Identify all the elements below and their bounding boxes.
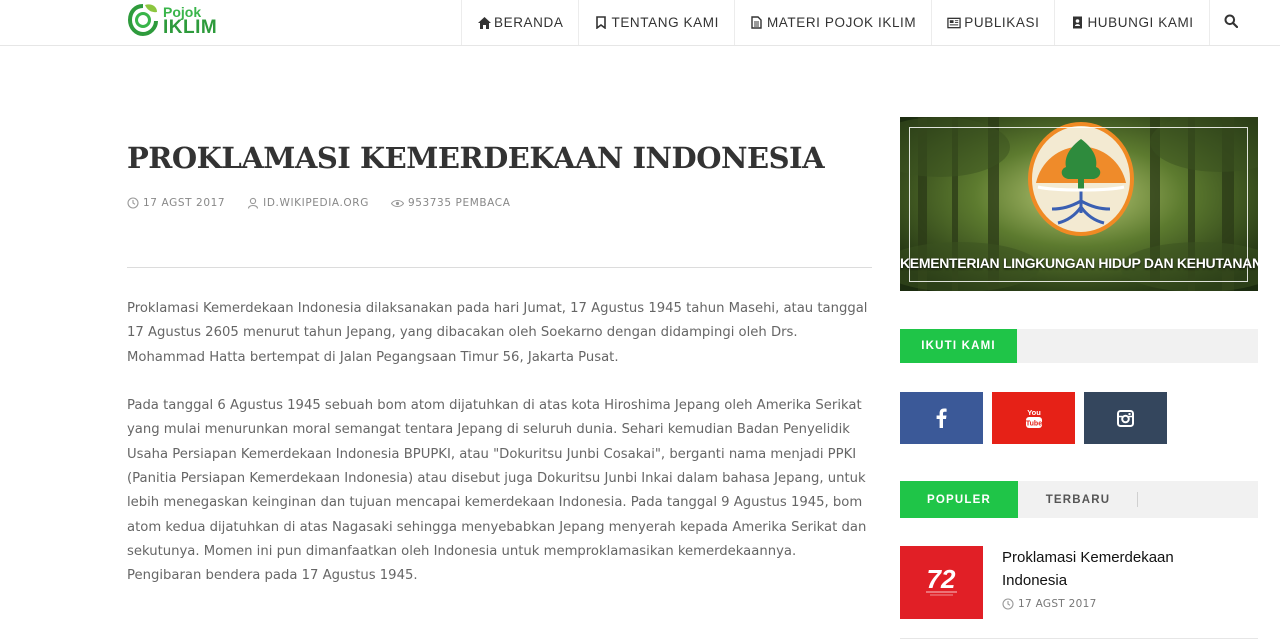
clock-icon [1002,598,1014,610]
post-thumbnail[interactable]: 72 [900,546,983,619]
logo-line2: IKLIM [163,16,218,38]
nav-label: MATERI POJOK IKLIM [766,15,917,30]
follow-us-header: IKUTI KAMI [900,329,1258,363]
article-date: 17 AGST 2017 [127,197,225,209]
post-date-text: 17 AGST 2017 [1018,598,1097,610]
svg-text:Tube: Tube [1025,421,1041,428]
nav-item-publikasi[interactable]: PUBLIKASI [931,0,1054,45]
instagram-button[interactable] [1084,392,1167,444]
address-book-icon [1070,16,1084,30]
independence-72-logo: 72 [926,564,957,596]
tab-separator [1137,492,1138,507]
popular-post-item[interactable]: 72 Proklamasi Kemerdekaan Indonesia 17 A… [900,546,1258,619]
article-divider [127,267,872,268]
article-views: 953735 PEMBACA [390,197,511,209]
newspaper-icon [947,16,961,30]
post-title[interactable]: Proklamasi Kemerdekaan Indonesia [1002,546,1232,592]
user-icon [248,197,259,209]
file-text-icon [750,16,764,30]
article-paragraph: Pengibaran bendera pada 17 Agustus 1945. [127,568,418,584]
posts-tab-bar: POPULER TERBARU [900,481,1258,518]
clock-icon [127,197,139,209]
youtube-button[interactable]: You Tube [992,392,1075,444]
eye-icon [390,199,404,207]
post-date: 17 AGST 2017 [1002,598,1097,610]
bookmark-icon [594,16,608,30]
article-paragraph: Proklamasi Kemerdekaan Indonesia dilaksa… [127,301,868,365]
facebook-icon [936,408,947,428]
svg-text:You: You [1027,408,1041,417]
article-date-text: 17 AGST 2017 [143,197,226,209]
nav-item-beranda[interactable]: BERANDA [461,0,578,45]
youtube-icon: You Tube [1025,408,1042,428]
article-meta: 17 AGST 2017 ID.WIKIPEDIA.ORG 953735 PEM… [127,197,533,209]
logo-mark-icon [127,3,159,37]
follow-us-label: IKUTI KAMI [900,329,1017,363]
article-source-text: ID.WIKIPEDIA.ORG [263,197,369,209]
article-views-text: 953735 PEMBACA [407,197,511,209]
site-logo[interactable]: Pojok IKLIM [127,0,217,40]
article-title: PROKLAMASI KEMERDEKAAN INDONESIA [127,141,825,175]
nav-label: PUBLIKASI [964,15,1040,30]
tab-populer[interactable]: POPULER [900,481,1018,518]
nav-label: BERANDA [494,15,564,30]
search-button[interactable] [1208,0,1252,45]
nav-item-tentang-kami[interactable]: TENTANG KAMI [578,0,733,45]
home-icon [477,16,491,30]
ministry-banner[interactable]: KEMENTERIAN LINGKUNGAN HIDUP DAN KEHUTAN… [900,117,1258,291]
banner-caption: KEMENTERIAN LINGKUNGAN HIDUP DAN KEHUTAN… [900,255,1258,271]
nav-label: HUBUNGI KAMI [1087,15,1194,30]
search-icon [1224,14,1238,31]
nav-item-hubungi-kami[interactable]: HUBUNGI KAMI [1054,0,1208,45]
post-divider [900,638,1258,639]
nav-item-materi[interactable]: MATERI POJOK IKLIM [733,0,931,45]
tab-terbaru[interactable]: TERBARU [1018,481,1138,518]
instagram-icon [1117,409,1134,427]
article-paragraph: Pada tanggal 6 Agustus 1945 sebuah bom a… [127,398,867,559]
nav-label: TENTANG KAMI [611,15,719,30]
post-thumb-text: 72 [927,564,956,594]
facebook-button[interactable] [900,392,983,444]
main-nav: BERANDA TENTANG KAMI MATERI POJOK IKLIM … [461,0,1252,45]
article-body: Proklamasi Kemerdekaan Indonesia dilaksa… [127,297,872,589]
article-source[interactable]: ID.WIKIPEDIA.ORG [247,197,369,209]
site-header: Pojok IKLIM BERANDA TENTANG KAMI MATERI … [0,0,1280,46]
